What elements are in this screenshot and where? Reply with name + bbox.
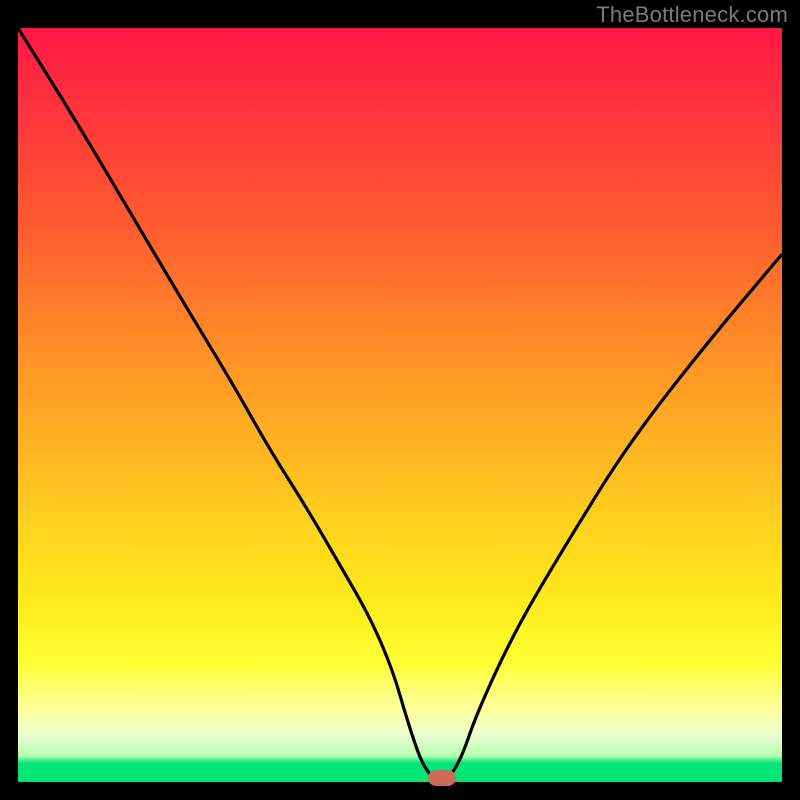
curve-path [18,28,782,782]
bottleneck-marker [428,770,456,786]
chart-frame: TheBottleneck.com [0,0,800,800]
watermark-text: TheBottleneck.com [596,2,788,28]
bottleneck-curve [18,28,782,782]
